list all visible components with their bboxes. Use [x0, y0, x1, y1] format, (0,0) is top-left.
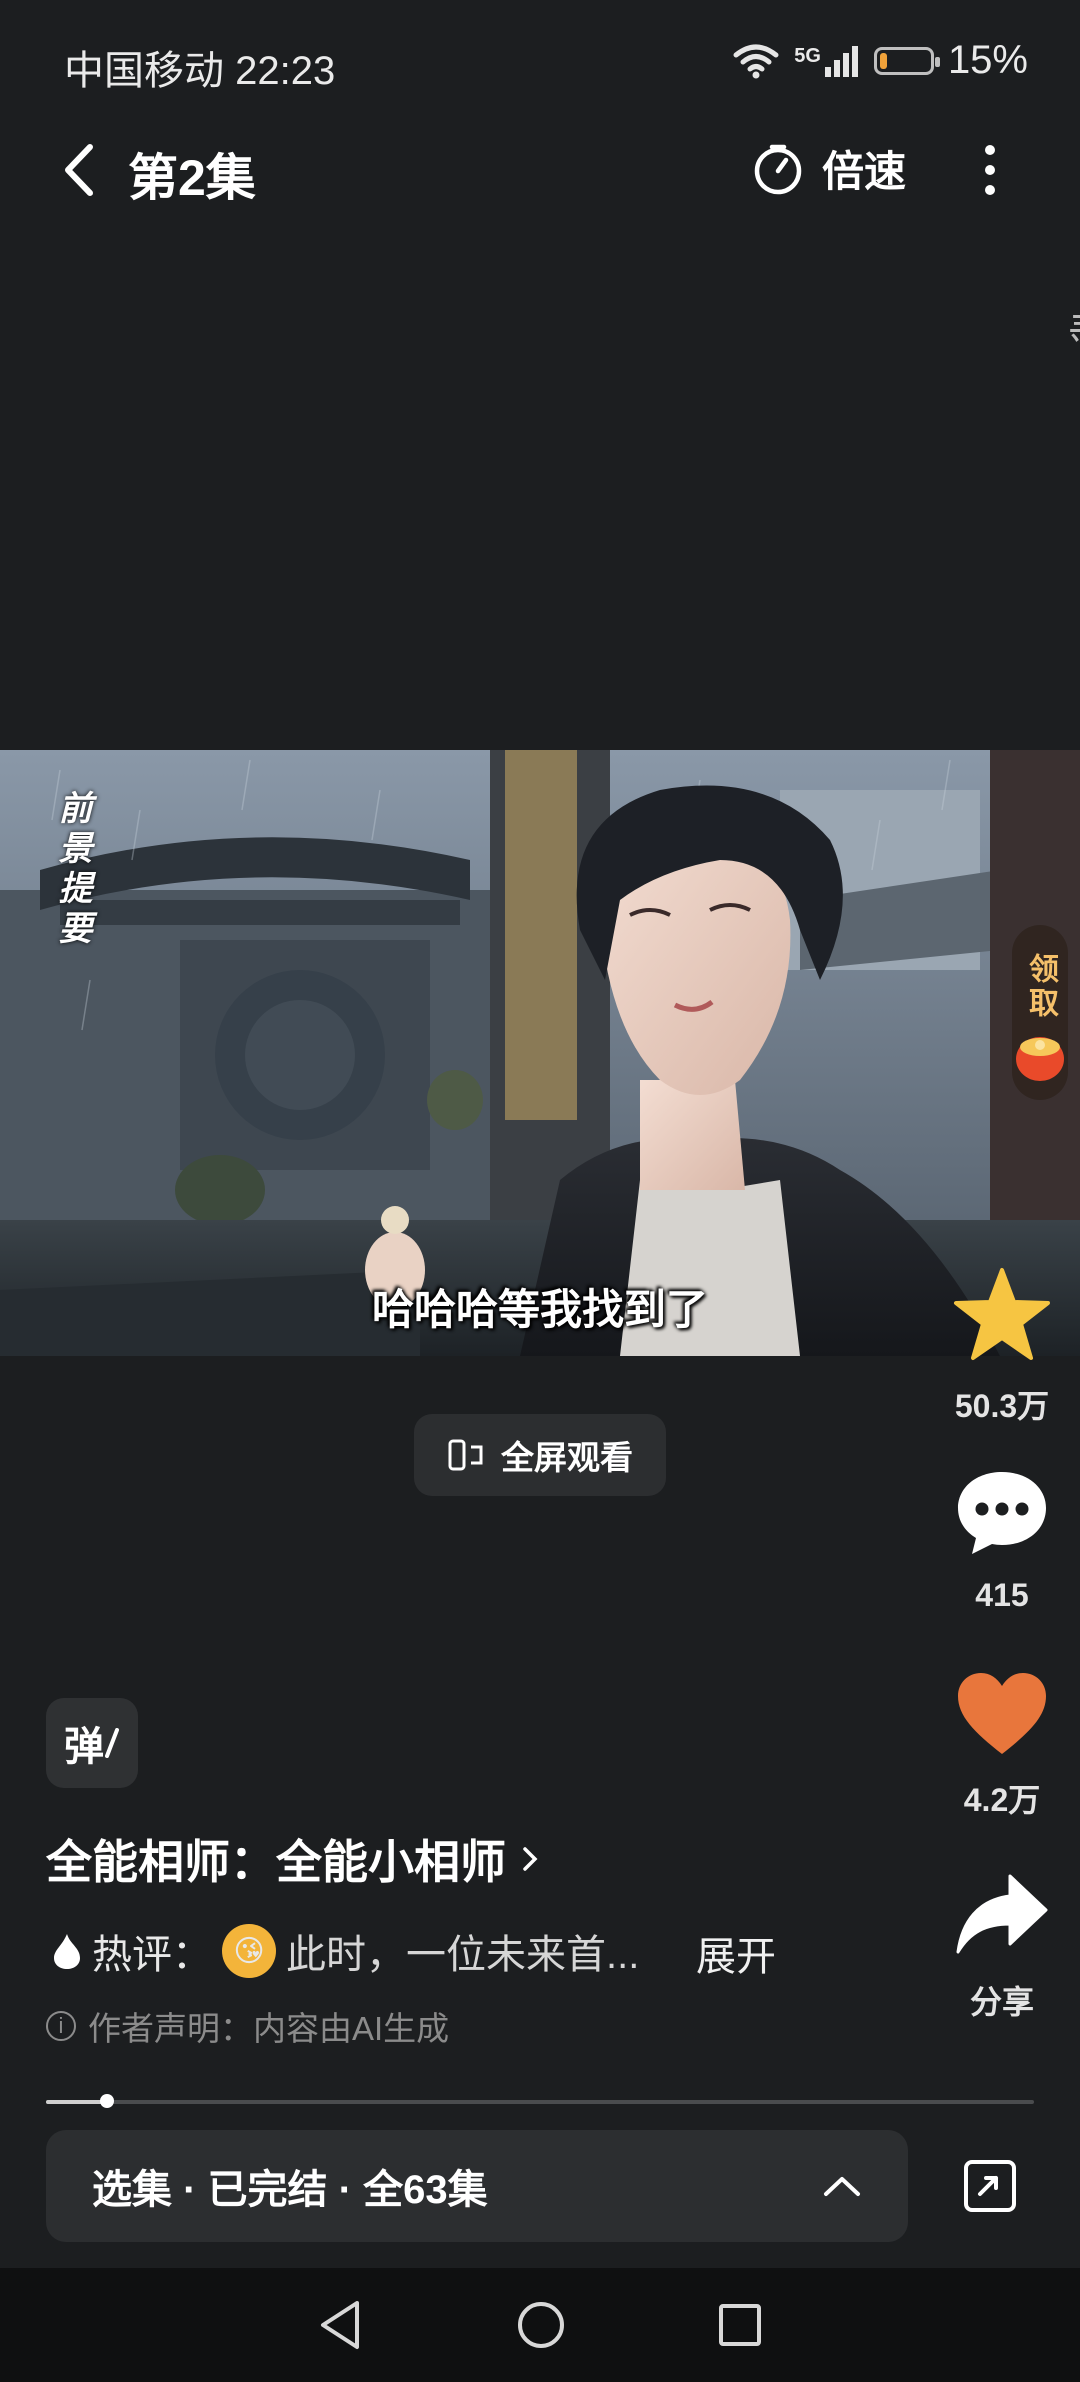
- recap-label[interactable]: 前景提要: [48, 790, 97, 950]
- chevron-right-icon: [523, 1847, 538, 1871]
- heart-icon: [958, 1673, 1046, 1754]
- picture-in-picture-icon[interactable]: [960, 2156, 1020, 2216]
- speed-button[interactable]: 倍速: [752, 138, 906, 199]
- coin-pouch-icon: [1016, 1037, 1064, 1081]
- video-player[interactable]: [0, 750, 1080, 1356]
- like-action[interactable]: 4.2万: [942, 1670, 1062, 1821]
- hot-comment[interactable]: 热评： 😘 此时，一位未来首...: [52, 1922, 639, 1980]
- fullscreen-label: 全屏观看: [501, 1439, 633, 1476]
- comment-action[interactable]: 415: [942, 1466, 1062, 1614]
- favorite-action[interactable]: 50.3万: [942, 1266, 1062, 1427]
- battery-fill: [879, 52, 888, 69]
- speed-label: 倍速: [822, 148, 907, 195]
- more-options-icon[interactable]: [970, 140, 1010, 200]
- claim-label: 领取: [1024, 953, 1057, 1021]
- progress-knob[interactable]: [100, 2094, 115, 2108]
- share-icon: [956, 1874, 1048, 1954]
- wifi-icon: [733, 44, 779, 78]
- favorite-count: 50.3万: [954, 1388, 1050, 1424]
- danmaku-label: 弹: [64, 1725, 104, 1769]
- nav-home-icon[interactable]: [515, 2299, 567, 2351]
- author-disclaimer: i 作者声明：内容由AI生成: [46, 2002, 449, 2050]
- system-navigation-bar: [0, 2268, 1080, 2382]
- status-carrier-time: 中国移动 22:23: [64, 49, 336, 93]
- edge-overflow-text: 剥: [1068, 300, 1080, 342]
- star-icon: [954, 1268, 1050, 1360]
- signal-icon: [824, 45, 858, 77]
- video-subtitle: 哈哈哈等我找到了: [371, 1286, 708, 1333]
- series-title-link[interactable]: 全能相师：全能小相师: [46, 1826, 540, 1892]
- playback-progress[interactable]: [46, 2094, 1034, 2108]
- fullscreen-button[interactable]: 全屏观看: [414, 1414, 666, 1496]
- nav-recents-icon[interactable]: [717, 2302, 763, 2348]
- share-action[interactable]: 分享: [942, 1872, 1062, 2023]
- network-type: 5G: [794, 44, 821, 67]
- flame-icon: [54, 1934, 80, 1969]
- hot-comment-text: 此时，一位未来首...: [286, 1933, 640, 1977]
- episode-title: 第2集: [128, 150, 256, 206]
- timer-icon: [754, 144, 802, 194]
- progress-fill: [46, 2100, 108, 2104]
- comment-count: 415: [975, 1577, 1029, 1613]
- like-count: 4.2万: [963, 1782, 1041, 1818]
- status-indicators: 5G 15%: [732, 38, 1028, 83]
- pen-icon: [105, 1728, 119, 1758]
- info-icon: i: [46, 2011, 76, 2041]
- series-title: 全能相师：全能小相师: [46, 1836, 506, 1888]
- video-frame-illustration: [0, 750, 1080, 1356]
- share-label: 分享: [969, 1984, 1034, 2020]
- chevron-up-icon: [824, 2177, 860, 2196]
- signal-block: 5G: [794, 45, 860, 77]
- hot-comment-label: 热评：: [92, 1933, 212, 1977]
- comment-icon: [958, 1472, 1046, 1554]
- episode-selector-label: 选集 · 已完结 · 全63集: [92, 2168, 488, 2212]
- battery-icon: [873, 46, 940, 75]
- battery-percent: 15%: [947, 38, 1028, 82]
- back-icon[interactable]: [50, 135, 110, 205]
- expand-button[interactable]: 展开: [696, 1924, 776, 1982]
- kiss-emoji-icon: 😘: [222, 1924, 276, 1978]
- nav-back-icon[interactable]: [317, 2299, 365, 2351]
- rotate-screen-icon: [448, 1439, 483, 1471]
- danmaku-toggle[interactable]: 弹: [46, 1698, 138, 1788]
- claim-reward-badge[interactable]: 领取: [1012, 925, 1068, 1100]
- episode-selector[interactable]: 选集 · 已完结 · 全63集: [46, 2130, 908, 2242]
- disclaimer-text: 作者声明：内容由AI生成: [88, 2010, 450, 2047]
